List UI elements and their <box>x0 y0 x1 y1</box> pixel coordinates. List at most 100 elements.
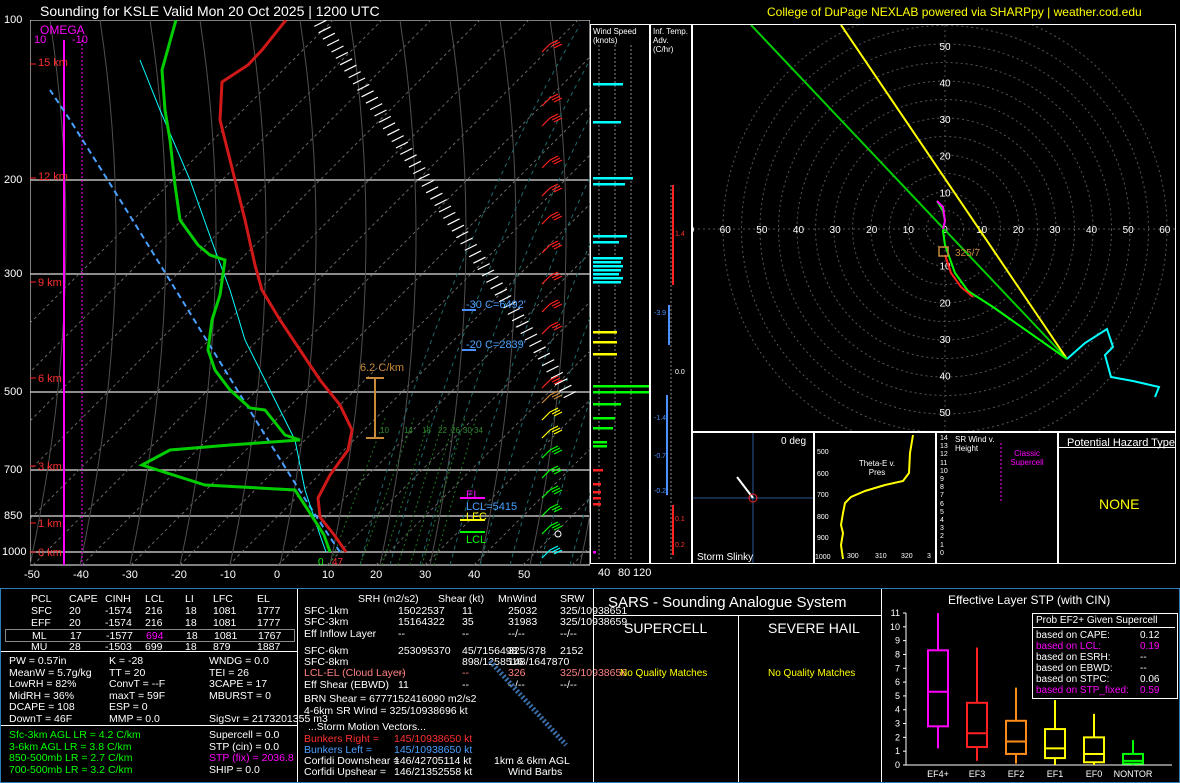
stp-legend-label: based on EBWD: <box>1036 663 1113 674</box>
storm-slinky-panel: 0 deg Storm Slinky <box>692 432 814 564</box>
temp-tick: -20 <box>171 569 187 581</box>
sr-wind-y-tick: 10 <box>940 467 948 475</box>
height-label-3km: 3 km <box>38 461 62 473</box>
indices-mid-item: ESP = 0 <box>109 701 148 713</box>
hodo-x-label: 50 <box>756 225 768 236</box>
sr-wind-y-tick: 0 <box>940 549 944 557</box>
stp-box-ef3 <box>966 647 988 761</box>
hodo-x-label: 20 <box>866 225 878 236</box>
wind-speed-bar <box>593 177 633 180</box>
wind-speed-bar <box>593 83 623 86</box>
indices-left-item: MeanW = 5.7g/kg <box>9 666 92 679</box>
theta-e-plot <box>839 434 914 560</box>
indices-left-item: PW = 0.57in <box>9 655 67 667</box>
stp-legend-value: 0.12 <box>1140 630 1160 641</box>
stp-legend-label: based on LCL: <box>1036 641 1102 652</box>
sars-title: SARS - Sounding Analogue System <box>608 594 847 611</box>
lapse-rate-label: 6.2 C/km <box>360 362 405 374</box>
hodo-x-label: 40 <box>1086 225 1098 236</box>
theta-y-tick: 600 <box>817 471 829 478</box>
parcel-header: LI <box>185 593 194 605</box>
hodo-y-label: 10 <box>939 188 951 199</box>
hodo-y-label: 50 <box>939 42 951 53</box>
parcel-cell: EFF <box>31 617 51 629</box>
stp-legend-value: -- <box>1140 663 1147 674</box>
stp-category-label: EF2 <box>1008 769 1025 779</box>
lfc-label: LFC <box>466 511 487 523</box>
hodo-y-label: 50 <box>939 408 951 419</box>
indices-left-item: LowRH = 82% <box>9 678 77 690</box>
hodo-x-label: 30 <box>1049 225 1061 236</box>
parcel-header: CINH <box>105 593 131 605</box>
sars-supercell-title: SUPERCELL <box>624 620 708 636</box>
skewt-panel: 100 200 300 500 700 850 1000 15 km 12 km… <box>0 13 1180 585</box>
height-label-15km: 15 km <box>38 57 68 69</box>
omega-tick-left: 10 <box>34 34 47 46</box>
parcel-cell: -1574 <box>105 617 132 629</box>
hodo-y-label: 40 <box>939 78 951 89</box>
wind-speed-bar <box>593 503 601 506</box>
kinematic-cell: 35 <box>462 616 474 628</box>
isotherm-mark-minus30: -30 C=6492' <box>466 299 526 311</box>
parcel-cell: 1081 <box>213 617 237 629</box>
isotherm-mark-minus20: -20 C=2839' <box>466 339 526 351</box>
wind-speed-bar <box>593 391 649 394</box>
indices-left-item: DCAPE = 108 <box>9 701 75 713</box>
wind-speed-bar <box>593 273 619 276</box>
wind-speed-bar <box>593 241 619 244</box>
stp-legend-label: based on STPC: <box>1036 674 1110 685</box>
wind-speed-bar <box>593 385 649 388</box>
temp-adv-value: -3.9 <box>654 310 667 317</box>
height-label-0km: 0 km <box>38 547 62 559</box>
wind-speed-tick: 80 <box>618 567 631 579</box>
sfc-temp-label: 47 <box>332 557 344 568</box>
stp-y-tick-label: 5 <box>895 691 900 701</box>
stp-legend-label: based on ESRH: <box>1036 652 1111 663</box>
parcel-cell: 20 <box>69 617 81 629</box>
storm-motion-title: ...Storm Motion Vectors... <box>308 721 426 733</box>
theta-e-title: Theta-E v. Pres <box>858 459 896 477</box>
sr-wind-y-tick: 8 <box>940 484 944 492</box>
stp-box-ef2 <box>1005 687 1027 764</box>
sars-split <box>738 615 739 782</box>
theta-x-tick: 310 <box>875 553 887 560</box>
stats-divider <box>1 725 297 726</box>
indices-mid-item: maxT = 59F <box>109 689 166 702</box>
kinematic-cell: 11 <box>398 679 409 691</box>
stp-y-tick-label: 11 <box>891 608 900 618</box>
parcel-header: EL <box>257 593 270 605</box>
stp-legend-value: 0.19 <box>1140 641 1160 652</box>
storm-slinky-plot <box>693 433 813 563</box>
height-label-6km: 6 km <box>38 373 62 385</box>
temp-tick: 10 <box>322 569 335 581</box>
mixing-ratio-label: 34 <box>474 426 483 435</box>
parcel-cell: 1777 <box>257 617 281 629</box>
parcel-cell: 1777 <box>257 605 281 617</box>
theta-y-tick: 500 <box>817 449 829 456</box>
sfc-dewpoint-label: 0 <box>318 557 324 568</box>
parcel-cell: 20 <box>69 605 81 617</box>
mixing-ratio-label: 26 <box>451 426 460 435</box>
stp-legend-value: 0.59 <box>1140 685 1160 696</box>
stp-legend-title: Prob EF2+ Given Supercell <box>1036 615 1158 626</box>
stp-legend-label: based on CAPE: <box>1036 630 1110 641</box>
wind-speed-tick: 40 <box>598 567 611 579</box>
temp-tick: 50 <box>518 569 531 581</box>
stp-legend-label: based on STP_fixed: <box>1036 685 1129 696</box>
indices-left-item: DownT = 46F <box>9 712 73 725</box>
pressure-label-500: 500 <box>4 386 23 398</box>
kinematic-cell: 15164322 <box>398 616 445 628</box>
pressure-label-300: 300 <box>4 268 23 280</box>
sars-hail-match: No Quality Matches <box>768 668 856 679</box>
pressure-label-1000: 1000 <box>2 546 27 558</box>
wind-speed-bar <box>593 331 617 334</box>
wind-speed-bar <box>593 445 607 448</box>
sr-wind-y-tick: 2 <box>940 533 944 541</box>
kinematic-cell: Eff Inflow Layer <box>304 628 377 640</box>
wind-speed-bar <box>593 441 607 444</box>
sr-wind-y-tick: 12 <box>940 451 948 459</box>
wind-speed-bar <box>593 121 621 124</box>
lapse-rates-item: 850-500mb LR = 2.7 C/km <box>9 752 133 764</box>
inferred-temp-plot <box>666 185 674 560</box>
theta-y-tick: 700 <box>817 492 829 499</box>
